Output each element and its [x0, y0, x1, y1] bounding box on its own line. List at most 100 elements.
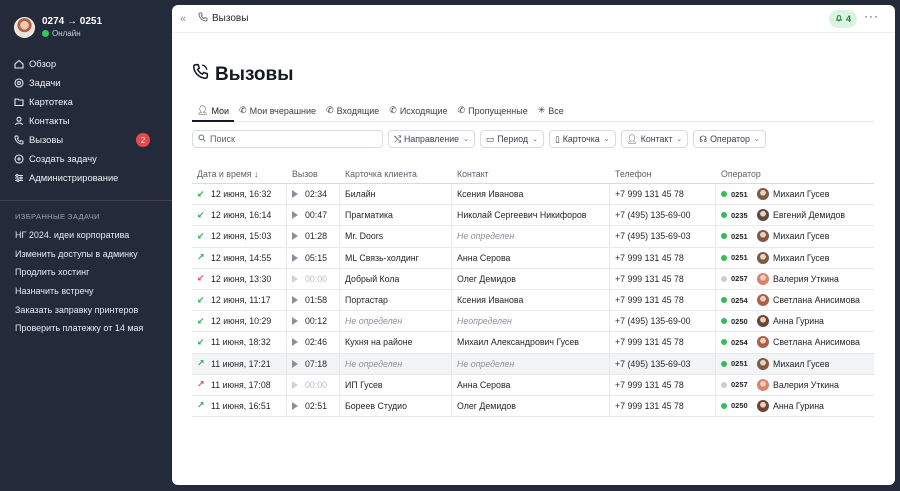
- table-row[interactable]: ↙ 12 июня, 10:29 00:12 Не определен Неопреде…: [192, 311, 874, 333]
- phone-cell[interactable]: +7 999 131 45 78: [610, 374, 716, 395]
- nav-item-tasks[interactable]: Задачи: [14, 73, 164, 92]
- play-icon[interactable]: [292, 232, 298, 241]
- notifications-button[interactable]: 4: [828, 10, 857, 28]
- client-card-cell[interactable]: Прагматика: [340, 205, 452, 226]
- column-header-phone[interactable]: Телефон: [610, 165, 716, 183]
- contact-cell[interactable]: Олег Демидов: [452, 395, 610, 417]
- more-menu-button[interactable]: ···: [864, 9, 879, 23]
- play-icon[interactable]: [292, 253, 298, 262]
- contact-cell[interactable]: Неопределен: [452, 311, 610, 332]
- sliders-icon: [14, 173, 24, 183]
- play-icon[interactable]: [292, 317, 298, 326]
- client-card-cell[interactable]: Mr. Doors: [340, 226, 452, 247]
- column-header-contact[interactable]: Контакт: [452, 165, 610, 183]
- phone-cell[interactable]: +7 (495) 135-69-03: [610, 353, 716, 374]
- client-card-cell[interactable]: Не определен: [340, 311, 452, 332]
- table-row[interactable]: ↙ 12 июня, 16:14 00:47 Прагматика Николай Се…: [192, 205, 874, 227]
- table-row[interactable]: ↗ 11 июня, 17:08 00:00 ИП Гусев Анна Серова +…: [192, 374, 874, 396]
- column-header-operator[interactable]: Оператор: [716, 165, 874, 183]
- client-card-cell[interactable]: ИП Гусев: [340, 374, 452, 395]
- tab-all[interactable]: ✳ Все: [533, 100, 569, 121]
- table-row[interactable]: ↗ 11 июня, 16:51 02:51 Бореев Студио Олег Де…: [192, 395, 874, 418]
- phone-cell[interactable]: +7 (495) 135-69-00: [610, 205, 716, 226]
- phone-cell[interactable]: +7 (495) 135-69-00: [610, 311, 716, 332]
- client-card-cell[interactable]: Билайн: [340, 184, 452, 205]
- tab-yesterday[interactable]: ✆ Мои вчерашние: [234, 100, 321, 121]
- filter-operator[interactable]: ☊ Оператор ⌄: [693, 130, 766, 148]
- contact-cell[interactable]: Ксения Иванова: [452, 184, 610, 205]
- contact-cell[interactable]: Анна Серова: [452, 247, 610, 268]
- search-input[interactable]: Поиск: [192, 130, 383, 148]
- favorite-task[interactable]: Продлить хостинг: [15, 263, 143, 282]
- phone-cell[interactable]: +7 999 131 45 78: [610, 332, 716, 353]
- play-icon[interactable]: [292, 190, 298, 199]
- call-direction-icon: ↙: [197, 188, 205, 199]
- client-card-cell[interactable]: Бореев Студио: [340, 395, 452, 417]
- contact-cell[interactable]: Анна Серова: [452, 374, 610, 395]
- filter-period[interactable]: ▭ Период ⌄: [479, 130, 544, 148]
- user-profile[interactable]: 0274 → 0251 Онлайн: [14, 16, 102, 39]
- nav-item-create-task[interactable]: Создать задачу: [14, 149, 164, 168]
- client-card-cell[interactable]: ML Связь-холдинг: [340, 247, 452, 268]
- phone-cell[interactable]: +7 999 131 45 78: [610, 268, 716, 289]
- tabs: 👤︎ Мои ✆ Мои вчерашние ✆ Входящие ✆ Исхо…: [192, 100, 874, 122]
- nav-item-calls[interactable]: Вызовы 2: [14, 130, 164, 149]
- play-icon[interactable]: [292, 338, 298, 347]
- tab-mine[interactable]: 👤︎ Мои: [192, 100, 235, 122]
- nav-item-overview[interactable]: Обзор: [14, 54, 164, 73]
- nav-item-contacts[interactable]: Контакты: [14, 111, 164, 130]
- tab-incoming[interactable]: ✆ Входящие: [321, 100, 384, 121]
- favorite-task[interactable]: Изменить доступы в админку: [15, 245, 143, 264]
- table-row[interactable]: ↗ 12 июня, 14:55 05:15 ML Связь-холдинг Анна…: [192, 247, 874, 269]
- contact-cell[interactable]: Не определен: [452, 353, 610, 374]
- tab-outgoing[interactable]: ✆ Исходящие: [384, 100, 452, 121]
- favorite-task[interactable]: Назначить встречу: [15, 282, 143, 301]
- contact-cell[interactable]: Николай Сергеевич Никифоров: [452, 205, 610, 226]
- table-row[interactable]: ↙ 12 июня, 11:17 01:58 Портастар Ксения Иван…: [192, 289, 874, 312]
- column-header-call[interactable]: Вызов: [287, 165, 340, 183]
- favorite-task[interactable]: Проверить платежку от 14 мая: [15, 319, 143, 338]
- tab-missed[interactable]: ✆ Пропущенные: [453, 100, 533, 121]
- play-icon[interactable]: [292, 296, 298, 305]
- contact-cell[interactable]: Олег Демидов: [452, 268, 610, 289]
- contact-cell[interactable]: Ксения Иванова: [452, 289, 610, 311]
- collapse-sidebar-button[interactable]: «: [180, 13, 194, 25]
- operator-extension: 0257: [731, 274, 748, 284]
- table-row[interactable]: ↙ 12 июня, 13:30 00:00 Добрый Кола Олег Деми…: [192, 268, 874, 290]
- topbar-title: Вызовы: [198, 12, 248, 25]
- phone-cell[interactable]: +7 999 131 45 78: [610, 184, 716, 205]
- filter-card[interactable]: ▯ Карточка ⌄: [548, 130, 616, 148]
- phone-cell[interactable]: +7 999 131 45 78: [610, 247, 716, 268]
- nav-item-admin[interactable]: Администрирование: [14, 168, 164, 187]
- play-icon[interactable]: [292, 401, 298, 410]
- favorite-task[interactable]: НГ 2024. идеи корпоратива: [15, 226, 143, 245]
- tab-label: Входящие: [336, 105, 380, 116]
- column-header-date[interactable]: Дата и время ↓: [192, 165, 287, 183]
- play-icon[interactable]: [292, 211, 298, 220]
- contact-cell[interactable]: Михаил Александрович Гусев: [452, 332, 610, 353]
- favorite-task[interactable]: Заказать заправку принтеров: [15, 301, 143, 320]
- client-card-cell[interactable]: Добрый Кола: [340, 268, 452, 289]
- operator-extension: 0254: [731, 295, 748, 305]
- phone-icon: [192, 63, 209, 86]
- phone-cell[interactable]: +7 999 131 45 78: [610, 395, 716, 417]
- table-row[interactable]: ↙ 12 июня, 15:03 01:28 Mr. Doors Не определе…: [192, 226, 874, 248]
- filter-direction[interactable]: ⤭ Направление ⌄: [388, 130, 475, 148]
- phone-cell[interactable]: +7 (495) 135-69-03: [610, 226, 716, 247]
- column-header-card[interactable]: Карточка клиента: [340, 165, 452, 183]
- operator-status-icon: [721, 297, 727, 304]
- client-card-cell[interactable]: Не определен: [340, 353, 452, 374]
- contact-cell[interactable]: Не определен: [452, 226, 610, 247]
- filter-contact[interactable]: 👤︎ Контакт ⌄: [620, 130, 689, 148]
- play-icon[interactable]: [292, 359, 298, 368]
- client-card-cell[interactable]: Кухня на районе: [340, 332, 452, 353]
- headset-icon: ☊: [699, 133, 708, 144]
- table-row[interactable]: ↙ 11 июня, 18:32 02:46 Кухня на районе Михаи…: [192, 332, 874, 354]
- phone-cell[interactable]: +7 999 131 45 78: [610, 289, 716, 311]
- call-cell: 05:15: [287, 247, 340, 268]
- table-row[interactable]: ↙ 12 июня, 16:32 02:34 Билайн Ксения Иванова…: [192, 184, 874, 206]
- nav-item-files[interactable]: Картотека: [14, 92, 164, 111]
- client-card-cell[interactable]: Портастар: [340, 289, 452, 311]
- call-duration: 01:58: [305, 295, 328, 306]
- table-row[interactable]: ↗ 11 июня, 17:21 07:18 Не определен Не опред…: [192, 353, 874, 375]
